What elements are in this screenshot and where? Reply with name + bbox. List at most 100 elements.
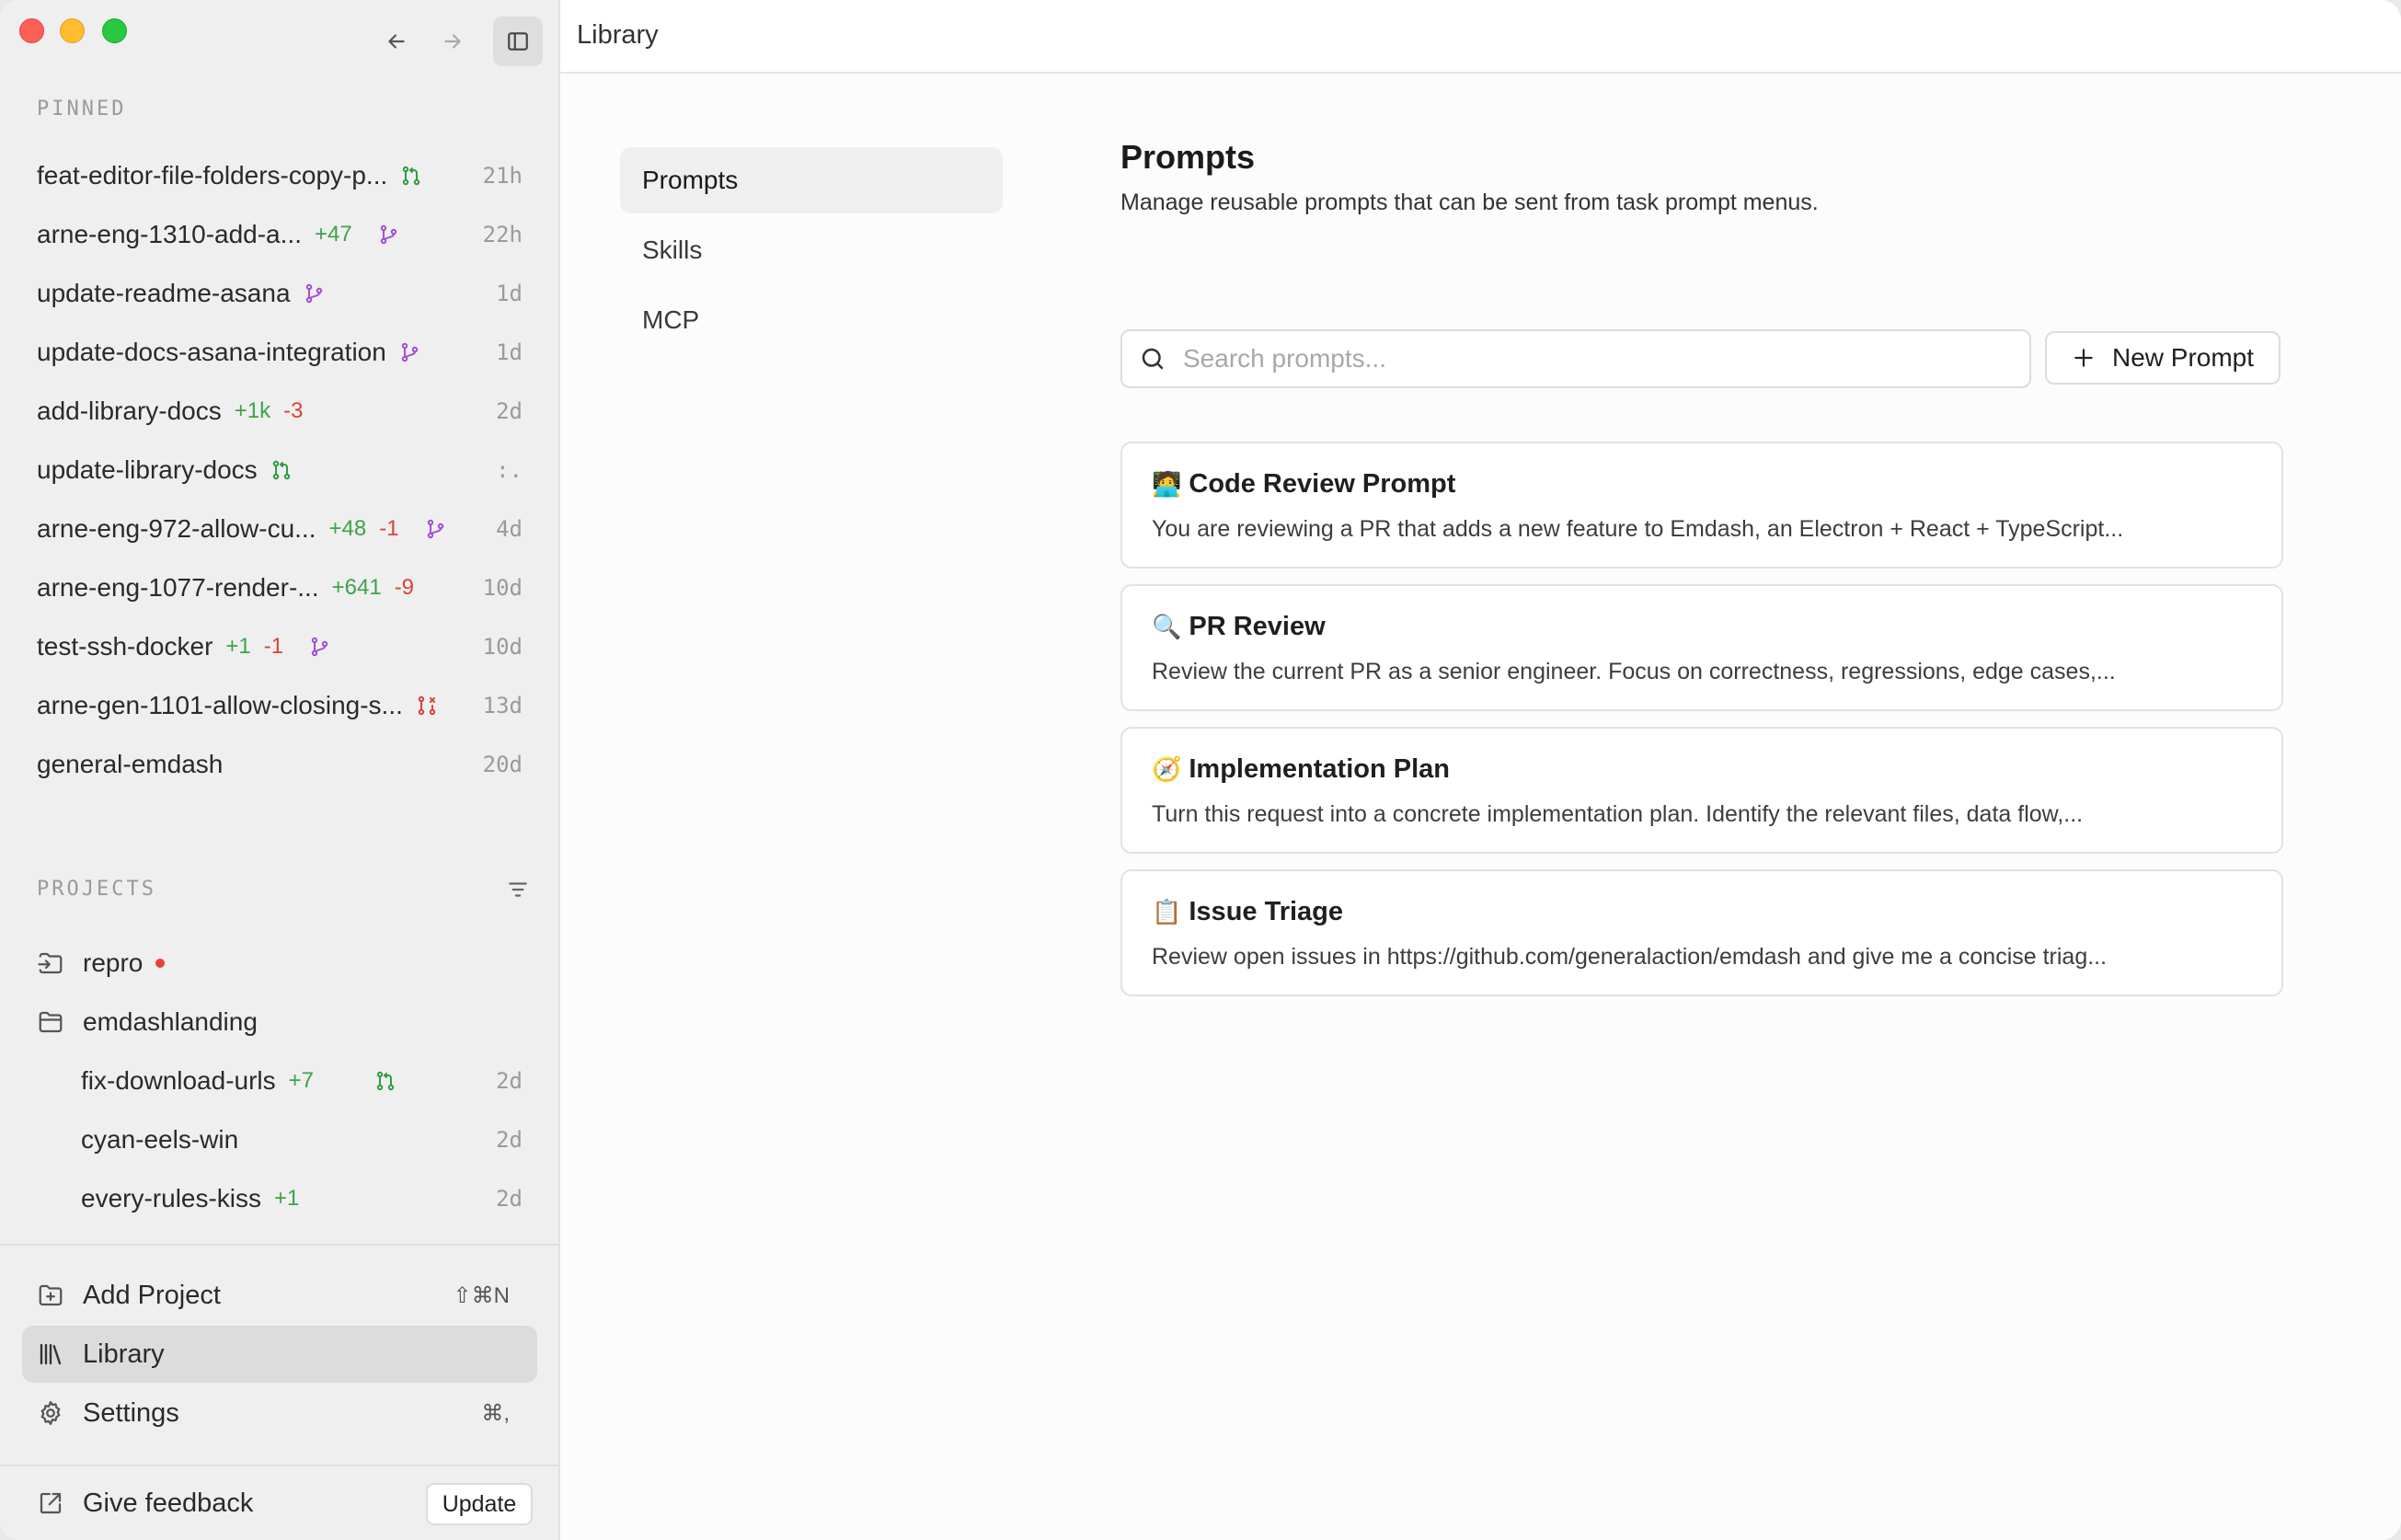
folder-plus-icon [37,1281,64,1309]
project-name: emdashlanding [83,1007,258,1036]
project-emdashlanding[interactable]: emdashlanding [22,994,537,1051]
update-button[interactable]: Update [426,1483,533,1525]
library-nav-prompts[interactable]: Prompts [620,147,1003,213]
task-name: test-ssh-docker [37,632,213,661]
task-name: general-emdash [37,750,224,778]
pinned-task-row[interactable]: update-docs-asana-integration 1d [22,324,537,381]
magnifier-emoji-icon: 🔍 [1152,613,1182,641]
pinned-task-row[interactable]: general-emdash 20d [22,736,537,793]
prompt-card[interactable]: 🧑‍💻 Code Review Prompt You are reviewing … [1120,442,2283,569]
prompt-body: Turn this request into a concrete implem… [1152,801,2084,827]
task-row[interactable]: fix-download-urls +7 2d [66,1052,537,1109]
compass-emoji-icon: 🧭 [1152,755,1182,784]
task-age: 10d [482,634,523,660]
lines-added: +1 [225,634,251,659]
filter-projects-button[interactable] [506,878,530,906]
give-feedback-label: Give feedback [83,1488,254,1518]
new-prompt-label: New Prompt [2111,343,2255,372]
divider [0,1244,558,1246]
task-age: 22h [482,222,523,247]
prompts-heading: Prompts [1120,138,1256,176]
page-title: Library [577,20,659,50]
close-window-button[interactable] [19,18,44,43]
pinned-task-row[interactable]: arne-gen-1101-allow-closing-s... 13d [22,677,537,734]
settings-shortcut: ⌘, [481,1400,510,1426]
prompts-panel: Prompts Manage reusable prompts that can… [1120,138,2283,996]
prompt-title: Code Review Prompt [1189,469,1456,499]
branch-icon [304,282,326,305]
folder-icon [37,1008,64,1036]
task-age: 21h [482,163,523,189]
pinned-task-row[interactable]: arne-eng-1310-add-a... +47 22h [22,206,537,263]
pinned-task-row[interactable]: update-library-docs:. [22,442,537,499]
pinned-task-row[interactable]: test-ssh-docker +1 -1 10d [22,618,537,675]
toggle-sidebar-button[interactable] [493,17,543,66]
sidebar-icon [508,32,528,51]
pinned-task-row[interactable]: update-readme-asana 1d [22,265,537,322]
pinned-task-row[interactable]: arne-eng-1077-render-... +641 -9 10d [22,559,537,616]
lines-added: +48 [328,516,367,541]
task-name: every-rules-kiss [81,1184,262,1212]
task-name: arne-eng-972-allow-cu... [37,514,316,543]
task-age: 2d [496,1068,523,1094]
title-bar: Library [560,0,2401,74]
pinned-task-row[interactable]: add-library-docs +1k -3 2d [22,383,537,440]
prompt-title: PR Review [1189,612,1326,641]
feedback-icon [37,1489,64,1517]
library-label: Library [83,1339,165,1369]
new-prompt-button[interactable]: New Prompt [2045,331,2280,385]
lines-removed: -1 [379,516,399,541]
prompt-title: Issue Triage [1189,897,1344,926]
task-name: cyan-eels-win [81,1125,239,1154]
pinned-task-row[interactable]: feat-editor-file-folders-copy-p... 21h [22,147,537,204]
clipboard-emoji-icon: 📋 [1152,898,1182,926]
task-name: arne-gen-1101-allow-closing-s... [37,691,403,719]
add-project-label: Add Project [83,1280,221,1310]
give-feedback-button[interactable]: Give feedback [22,1475,408,1532]
library-button[interactable]: Library [22,1326,537,1383]
prompt-card[interactable]: 🔍 PR Review Review the current PR as a se… [1120,584,2283,711]
lines-added: +7 [288,1068,315,1093]
plus-icon [2072,346,2096,370]
add-project-shortcut: ⇧⌘N [453,1282,510,1308]
lines-added: +641 [331,575,382,600]
lines-added: +1k [234,398,271,423]
lines-removed: -1 [263,634,284,659]
prompt-body: You are reviewing a PR that adds a new f… [1152,516,2124,542]
prompt-title: Implementation Plan [1189,754,1450,784]
task-age: 20d [482,752,523,777]
prompt-card[interactable]: 📋 Issue Triage Review open issues in http… [1120,869,2283,996]
pinned-task-row[interactable]: arne-eng-972-allow-cu... +48 -1 4d [22,500,537,557]
task-age: 2d [496,1186,523,1212]
settings-button[interactable]: Settings ⌘, [22,1385,537,1442]
project-name: repro [83,948,144,977]
library-nav-mcp[interactable]: MCP [620,287,1003,353]
prompt-body: Review the current PR as a senior engine… [1152,659,2116,684]
task-row[interactable]: cyan-eels-win 2d [66,1111,537,1168]
prompt-card[interactable]: 🧭 Implementation Plan Turn this request i… [1120,727,2283,854]
library-nav-skills[interactable]: Skills [620,217,1003,283]
back-button[interactable] [372,17,421,66]
lines-removed: -3 [283,398,304,423]
project-repro[interactable]: repro [22,935,537,992]
prompts-description: Manage reusable prompts that can be sent… [1120,190,1819,215]
minimize-window-button[interactable] [60,18,85,43]
add-project-button[interactable]: Add Project ⇧⌘N [22,1267,537,1324]
pr-closed-icon [416,695,438,717]
task-name: fix-download-urls [81,1066,276,1095]
task-name: add-library-docs [37,396,222,425]
technologist-emoji-icon: 🧑‍💻 [1152,470,1182,499]
search-input[interactable] [1183,344,2011,374]
branch-icon [378,224,400,246]
search-box[interactable] [1120,329,2031,388]
task-age: 2d [496,398,523,424]
task-age: 1d [496,339,523,365]
projects-section-label: PROJECTS [37,878,156,901]
app-window: PINNED feat-editor-file-folders-copy-p..… [0,0,2401,1540]
task-age: 4d [496,516,523,542]
zoom-window-button[interactable] [102,18,127,43]
lines-added: +1 [274,1186,300,1211]
task-name: arne-eng-1310-add-a... [37,220,302,248]
forward-button[interactable] [428,17,477,66]
task-row[interactable]: every-rules-kiss +1 2d [66,1170,537,1227]
